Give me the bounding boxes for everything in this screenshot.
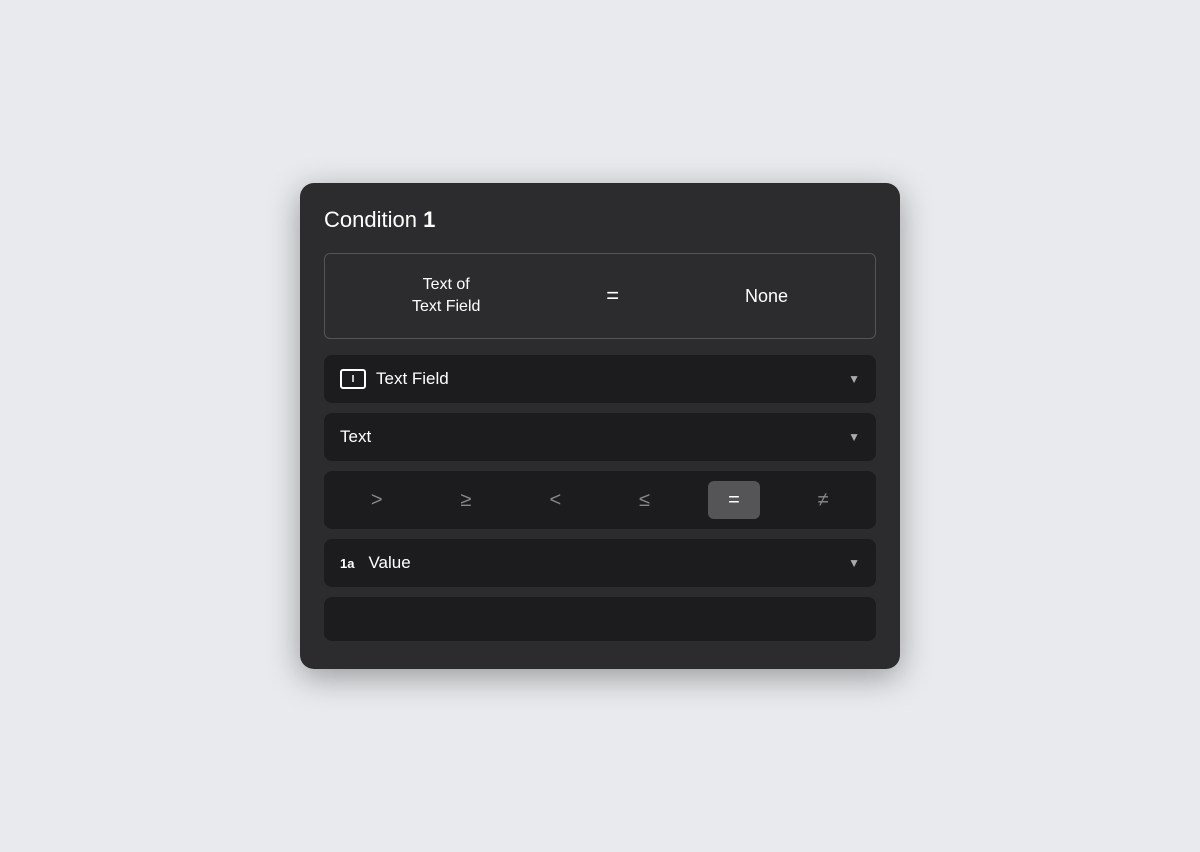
type-dropdown-label: Text (340, 427, 371, 447)
value-dropdown-inner: 1a Value (340, 553, 411, 573)
op-greater-equal[interactable]: ≥ (440, 481, 492, 519)
text-field-icon: I (340, 369, 366, 389)
preview-value: None (745, 286, 788, 307)
value-input[interactable] (324, 597, 876, 641)
op-less-equal[interactable]: ≤ (619, 481, 671, 519)
type-dropdown-arrow: ▼ (848, 430, 860, 444)
type-dropdown-inner: Text (340, 427, 371, 447)
op-less-than[interactable]: < (529, 481, 581, 519)
field-dropdown-label: Text Field (376, 369, 449, 389)
preview-operator: = (606, 283, 619, 309)
condition-preview: Text ofText Field = None (324, 253, 876, 340)
preview-field-label: Text ofText Field (412, 274, 480, 319)
field-dropdown[interactable]: I Text Field ▼ (324, 355, 876, 403)
title-prefix: Condition (324, 207, 423, 232)
operator-row: > ≥ < ≤ = ≠ (324, 471, 876, 529)
value-dropdown-arrow: ▼ (848, 556, 860, 570)
op-greater-than[interactable]: > (351, 481, 403, 519)
value-icon: 1a (340, 556, 354, 571)
value-dropdown-label: Value (368, 553, 410, 573)
op-equal[interactable]: = (708, 481, 760, 519)
title-number: 1 (423, 207, 435, 232)
type-dropdown[interactable]: Text ▼ (324, 413, 876, 461)
field-dropdown-inner: I Text Field (340, 369, 449, 389)
field-dropdown-arrow: ▼ (848, 372, 860, 386)
condition-card: Condition 1 Text ofText Field = None I T… (300, 183, 900, 670)
card-title: Condition 1 (324, 207, 876, 233)
value-dropdown[interactable]: 1a Value ▼ (324, 539, 876, 587)
op-not-equal[interactable]: ≠ (797, 481, 849, 519)
